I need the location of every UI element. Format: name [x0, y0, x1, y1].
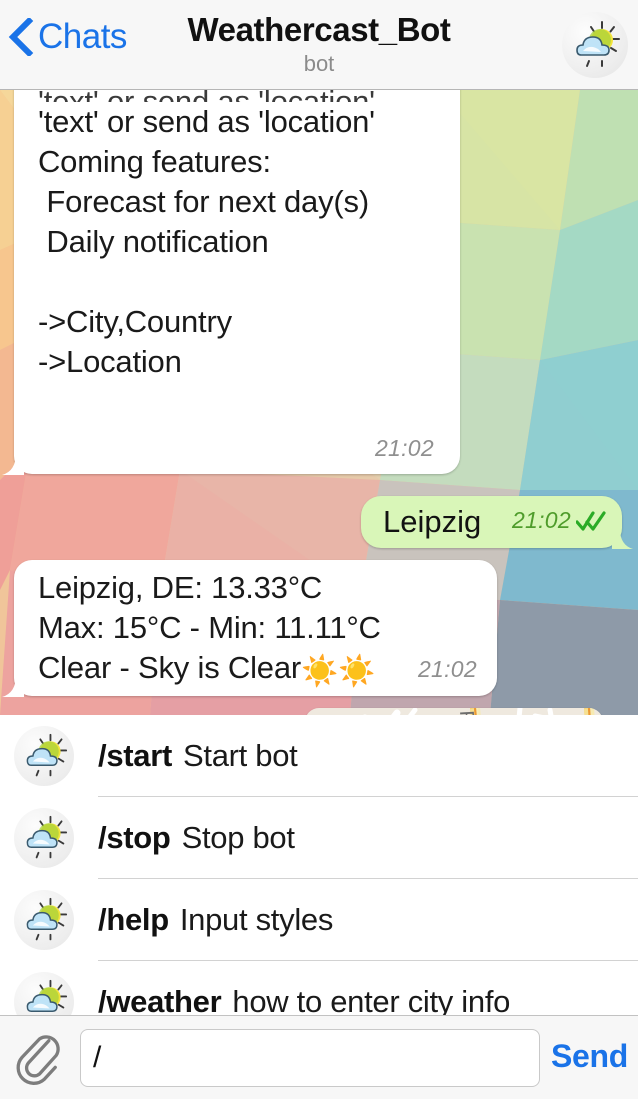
- command-suggestion-list[interactable]: /start Start bot /stop Stop bot /help In…: [0, 715, 638, 1032]
- message-line: 'text' or send as 'location': [38, 90, 375, 102]
- message-line: Max: 15°C - Min: 11.11°C: [38, 610, 381, 645]
- chat-title-block[interactable]: Weathercast_Bot bot: [109, 10, 529, 77]
- message-bubble-incoming[interactable]: 'text' or send as 'location' 'text' or s…: [2, 90, 460, 475]
- avatar[interactable]: [562, 12, 628, 78]
- command-texts: /stop Stop bot: [98, 820, 295, 856]
- navigation-bar: Chats Weathercast_Bot bot: [0, 0, 638, 90]
- chat-subtitle: bot: [303, 51, 335, 76]
- message-meta: 21:02: [512, 507, 606, 534]
- message-bubble-map-preview[interactable]: Floßpl: [305, 708, 603, 715]
- telegram-chat-screen: Chats Weathercast_Bot bot 'text' or send…: [0, 0, 638, 1099]
- message-input-bar: Send: [0, 1015, 638, 1099]
- sun-behind-cloud-icon: [576, 21, 620, 67]
- message-line: Daily notification: [38, 224, 269, 259]
- command-description: Stop bot: [181, 820, 295, 855]
- command-name: /stop: [98, 820, 171, 855]
- message-line: 'text' or send as 'location': [38, 104, 375, 139]
- command-name: /start: [98, 738, 173, 773]
- command-texts: /help Input styles: [98, 902, 333, 938]
- message-timestamp: 21:02: [511, 507, 571, 533]
- sun-behind-cloud-icon: [26, 897, 68, 941]
- bubble-tail-icon: [612, 529, 633, 549]
- bubble-tail-icon: [2, 675, 24, 697]
- message-line: [38, 262, 375, 302]
- message-text: Leipzig: [383, 504, 482, 539]
- avatar: [14, 890, 74, 950]
- message-line: ->Location: [38, 344, 182, 379]
- chevron-left-icon: [8, 18, 34, 56]
- send-button[interactable]: Send: [551, 1038, 628, 1075]
- message-timestamp: 21:02: [417, 656, 477, 682]
- command-description: Start bot: [183, 738, 298, 773]
- avatar: [14, 808, 74, 868]
- message-line: Clear - Sky is Clear☀️☀️: [38, 648, 381, 688]
- paperclip-icon[interactable]: [14, 1030, 68, 1086]
- avatar: [14, 726, 74, 786]
- message-text: Leipzig, DE: 13.33°C Max: 15°C - Min: 11…: [38, 568, 381, 688]
- message-line: Leipzig, DE: 13.33°C: [38, 570, 323, 605]
- command-name: /help: [98, 902, 169, 937]
- message-line: Forecast for next day(s): [38, 184, 369, 219]
- command-list-item[interactable]: /stop Stop bot: [0, 797, 638, 879]
- double-check-icon: [576, 510, 606, 531]
- message-line-text: Clear - Sky is Clear: [38, 650, 301, 685]
- bubble-tail-icon: [2, 453, 24, 475]
- page-title: Weathercast_Bot: [187, 11, 451, 48]
- sun-behind-cloud-icon: [26, 733, 68, 777]
- command-description: Input styles: [179, 902, 334, 937]
- message-bubble-outgoing[interactable]: Leipzig 21:02: [361, 496, 633, 549]
- search-input[interactable]: [80, 1029, 540, 1087]
- message-line: ->City,Country: [38, 304, 232, 339]
- message-timestamp: 21:02: [374, 435, 434, 461]
- command-list-item[interactable]: /help Input styles: [0, 879, 638, 961]
- message-line: Coming features:: [38, 144, 271, 179]
- message-scroll-area[interactable]: 'text' or send as 'location' 'text' or s…: [0, 90, 638, 715]
- message-text: 'text' or send as 'location' 'text' or s…: [38, 90, 375, 382]
- sun-behind-cloud-icon: [26, 815, 68, 859]
- message-bubble-incoming[interactable]: Leipzig, DE: 13.33°C Max: 15°C - Min: 11…: [2, 560, 497, 697]
- command-list-item[interactable]: /start Start bot: [0, 715, 638, 797]
- command-texts: /start Start bot: [98, 738, 298, 774]
- sun-emoji-icon: ☀️☀️: [301, 655, 376, 688]
